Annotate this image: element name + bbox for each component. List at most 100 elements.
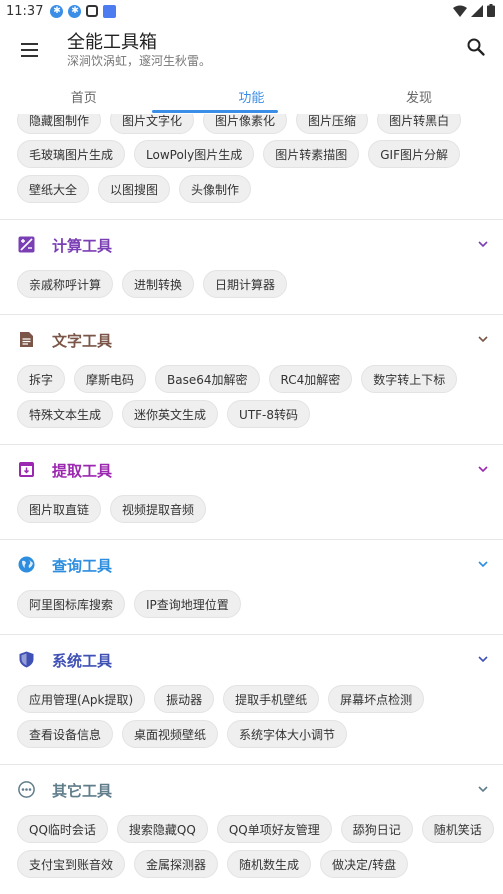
tab-indicator — [152, 110, 278, 113]
tool-chip[interactable]: 提取手机壁纸 — [223, 685, 320, 713]
app-subtitle: 深涧饮涡虹，邃河生秋雷。 — [67, 54, 212, 68]
wifi-icon — [453, 5, 467, 17]
tool-chip[interactable]: LowPoly图片生成 — [134, 140, 255, 168]
search-icon[interactable] — [465, 36, 487, 58]
section-divider — [0, 634, 503, 635]
section-title: 其它工具 — [52, 782, 113, 800]
tool-chip[interactable]: 振动器 — [154, 685, 215, 713]
tab-functions[interactable]: 功能 — [168, 78, 336, 114]
tool-chip[interactable]: 拆字 — [17, 365, 66, 393]
tool-chip[interactable]: 阿里图标库搜索 — [17, 590, 126, 618]
tool-chip[interactable]: 随机笑话 — [421, 815, 494, 843]
tool-chip[interactable]: RC4加解密 — [268, 365, 353, 393]
chevron-down-icon[interactable] — [477, 653, 489, 665]
tool-chip[interactable]: 支付宝到账音效 — [17, 850, 126, 878]
tool-chip[interactable]: 视频提取音频 — [110, 495, 207, 523]
tool-chip[interactable]: 摩斯电码 — [74, 365, 147, 393]
tool-chip[interactable]: 进制转换 — [122, 270, 195, 298]
tool-chip[interactable]: 图片转素描图 — [263, 140, 360, 168]
chip-row: 特殊文本生成 迷你英文生成 UTF-8转码 — [17, 400, 311, 428]
tool-chip[interactable]: 图片文字化 — [110, 114, 195, 134]
chip-row: 毛玻璃图片生成 LowPoly图片生成 图片转素描图 GIF图片分解 — [17, 140, 460, 168]
tool-chip[interactable]: 桌面视频壁纸 — [122, 720, 219, 748]
menu-icon[interactable] — [16, 36, 44, 64]
tool-chip[interactable]: 以图搜图 — [98, 175, 171, 203]
section-divider — [0, 219, 503, 220]
section-divider — [0, 764, 503, 765]
section-header[interactable]: 提取工具 — [0, 455, 503, 485]
tool-chip[interactable]: 图片取直链 — [17, 495, 102, 523]
chevron-down-icon[interactable] — [477, 463, 489, 475]
chevron-down-icon[interactable] — [477, 238, 489, 250]
tool-chip[interactable]: UTF-8转码 — [227, 400, 311, 428]
app-title: 全能工具箱 — [67, 32, 157, 53]
section-title: 文字工具 — [52, 332, 113, 350]
tool-chip[interactable]: Base64加解密 — [155, 365, 260, 393]
tool-chip[interactable]: 查看设备信息 — [17, 720, 114, 748]
tab-bar: 首页 功能 发现 — [0, 78, 503, 114]
tool-chip[interactable]: 随机数生成 — [227, 850, 312, 878]
tool-chip[interactable]: 毛玻璃图片生成 — [17, 140, 126, 168]
notification-app-icon — [86, 5, 99, 17]
chevron-down-icon[interactable] — [477, 783, 489, 795]
battery-icon — [487, 4, 495, 17]
notification-app-icon: ✱ — [50, 4, 64, 18]
calculator-icon — [18, 236, 35, 253]
section-title: 查询工具 — [52, 557, 113, 575]
chip-row: 支付宝到账音效 金属探测器 随机数生成 做决定/转盘 — [17, 850, 409, 878]
tool-chip[interactable]: 头像制作 — [179, 175, 252, 203]
section-divider — [0, 444, 503, 445]
status-left: 11:37 ✱ ✱ — [6, 4, 117, 19]
chip-row: 阿里图标库搜索 IP查询地理位置 — [17, 590, 241, 618]
section-header[interactable]: 查询工具 — [0, 550, 503, 580]
tool-chip[interactable]: 迷你英文生成 — [122, 400, 219, 428]
status-right — [453, 4, 495, 17]
section-divider — [0, 539, 503, 540]
tab-home[interactable]: 首页 — [0, 78, 168, 114]
tab-discover[interactable]: 发现 — [335, 78, 503, 114]
signal-icon — [471, 4, 483, 17]
notification-app-icon — [103, 4, 117, 18]
tool-chip[interactable]: 日期计算器 — [203, 270, 288, 298]
chip-row: 查看设备信息 桌面视频壁纸 系统字体大小调节 — [17, 720, 348, 748]
chip-row: QQ临时会话 搜索隐藏QQ QQ单项好友管理 舔狗日记 随机笑话 — [17, 815, 494, 843]
tool-chip[interactable]: 图片像素化 — [203, 114, 288, 134]
more-horizontal-icon — [18, 781, 35, 798]
tool-chip[interactable]: 金属探测器 — [134, 850, 219, 878]
tools-list[interactable]: 隐藏图制作 图片文字化 图片像素化 图片压缩 图片转黑白 毛玻璃图片生成 LowPoly图… — [0, 114, 503, 894]
tool-chip[interactable]: 数字转上下标 — [361, 365, 458, 393]
tool-chip[interactable]: 壁纸大全 — [17, 175, 90, 203]
chevron-down-icon[interactable] — [477, 558, 489, 570]
section-title: 提取工具 — [52, 462, 113, 480]
tool-chip[interactable]: QQ临时会话 — [17, 815, 108, 843]
shield-icon — [18, 651, 35, 668]
document-icon — [18, 331, 35, 348]
chip-row: 壁纸大全 以图搜图 头像制作 — [17, 175, 252, 203]
tool-chip[interactable]: 舔狗日记 — [340, 815, 413, 843]
tool-chip[interactable]: GIF图片分解 — [368, 140, 460, 168]
section-header[interactable]: 文字工具 — [0, 325, 503, 355]
tool-chip[interactable]: 特殊文本生成 — [17, 400, 114, 428]
tool-chip[interactable]: 系统字体大小调节 — [227, 720, 348, 748]
chip-row: 隐藏图制作 图片文字化 图片像素化 图片压缩 图片转黑白 — [17, 114, 462, 134]
section-header[interactable]: 系统工具 — [0, 645, 503, 675]
chevron-down-icon[interactable] — [477, 333, 489, 345]
tool-chip[interactable]: 做决定/转盘 — [320, 850, 409, 878]
tool-chip[interactable]: 亲戚称呼计算 — [17, 270, 114, 298]
tool-chip[interactable]: 屏幕坏点检测 — [328, 685, 425, 713]
chip-row: 图片取直链 视频提取音频 — [17, 495, 207, 523]
section-header[interactable]: 计算工具 — [0, 230, 503, 260]
tool-chip[interactable]: 图片压缩 — [296, 114, 369, 134]
section-title: 计算工具 — [52, 237, 113, 255]
tool-chip[interactable]: IP查询地理位置 — [134, 590, 241, 618]
tool-chip[interactable]: 应用管理(Apk提取) — [17, 685, 146, 713]
tool-chip[interactable]: 隐藏图制作 — [17, 114, 102, 134]
chip-row: 应用管理(Apk提取) 振动器 提取手机壁纸 屏幕坏点检测 — [17, 685, 425, 713]
tool-chip[interactable]: 图片转黑白 — [377, 114, 462, 134]
archive-icon — [18, 461, 35, 478]
section-header[interactable]: 其它工具 — [0, 775, 503, 805]
globe-icon — [18, 556, 35, 573]
tool-chip[interactable]: QQ单项好友管理 — [216, 815, 332, 843]
section-divider — [0, 314, 503, 315]
tool-chip[interactable]: 搜索隐藏QQ — [116, 815, 208, 843]
